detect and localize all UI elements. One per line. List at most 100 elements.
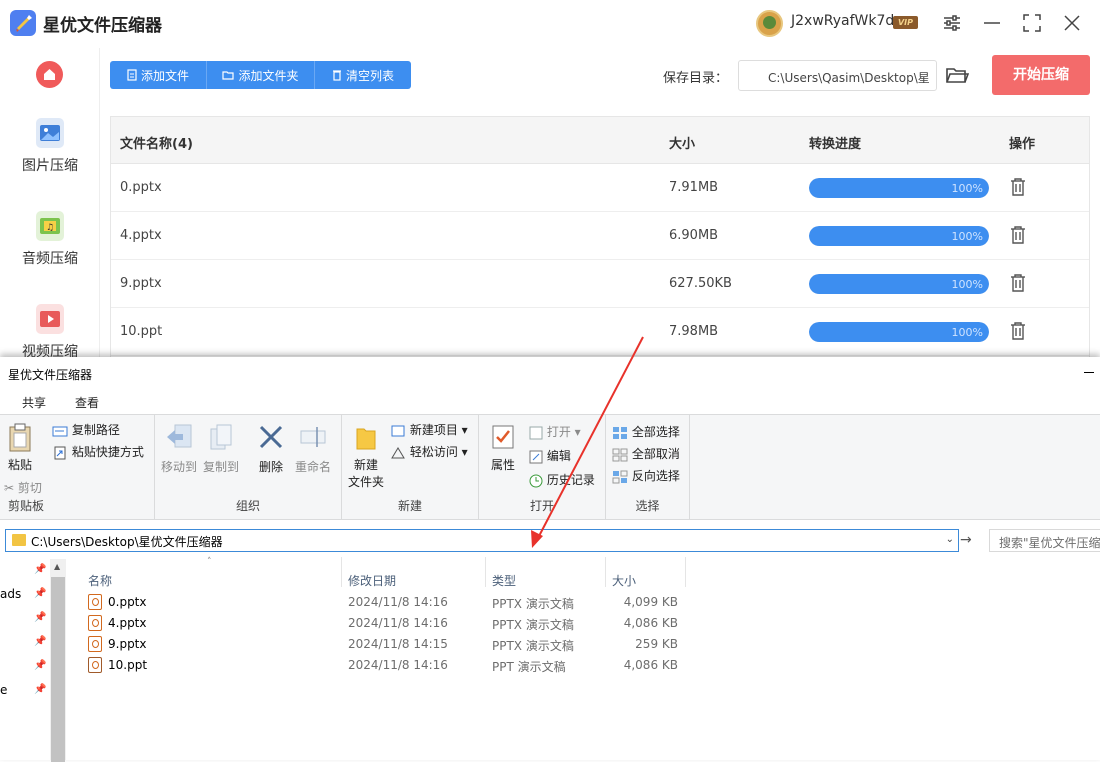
delete-row-icon[interactable]	[1009, 177, 1027, 197]
table-row[interactable]: 9.pptx 627.50KB 100%	[111, 260, 1089, 308]
save-directory-input[interactable]: C:\Users\Qasim\Desktop\星	[738, 60, 937, 91]
tab-view[interactable]: 查看	[75, 394, 99, 411]
sidebar: 图片压缩 ♫ 音频压缩 视频压缩	[0, 48, 100, 361]
file-date: 2024/11/8 14:16	[348, 658, 448, 672]
avatar[interactable]	[756, 10, 783, 37]
video-icon	[36, 304, 64, 334]
ribbon-tabs: 共享 查看	[0, 387, 1100, 413]
chevron-down-icon[interactable]: ⌄	[946, 534, 954, 545]
clear-list-button[interactable]: 清空列表	[315, 61, 411, 89]
new-group: 新建 文件夹 新建项目 ▾ 轻松访问 ▾ 新建	[342, 415, 479, 519]
select-all-button[interactable]: 全部选择	[612, 423, 680, 440]
open-button[interactable]: 打开 ▾	[529, 423, 581, 440]
sidebar-item-video[interactable]: 视频压缩	[0, 304, 100, 361]
edit-button[interactable]: 编辑	[529, 447, 571, 464]
list-item[interactable]: 0.pptx 2024/11/8 14:16 PPTX 演示文稿 4,099 K…	[86, 592, 686, 613]
rename-button[interactable]: 重命名	[293, 423, 333, 475]
file-size: 7.98MB	[669, 324, 719, 339]
tab-share[interactable]: 共享	[22, 394, 46, 411]
copy-to-button[interactable]: 复制到	[201, 423, 241, 475]
move-to-icon	[167, 424, 192, 448]
nav-item[interactable]: ads	[0, 587, 21, 601]
file-type: PPTX 演示文稿	[492, 597, 574, 611]
file-icon	[127, 69, 137, 81]
nav-scrollbar[interactable]: ▲	[50, 559, 66, 762]
delete-row-icon[interactable]	[1009, 321, 1027, 341]
pin-icon[interactable]: 📌	[34, 612, 46, 623]
edit-icon	[529, 450, 543, 463]
table-row[interactable]: 4.pptx 6.90MB 100%	[111, 212, 1089, 260]
username[interactable]: J2xwRyafWk7d	[791, 13, 894, 29]
col-size-header[interactable]: 大小	[612, 572, 636, 589]
easy-access-button[interactable]: 轻松访问 ▾	[390, 443, 468, 460]
settings-icon[interactable]	[941, 12, 963, 34]
properties-label: 属性	[490, 458, 515, 472]
invert-selection-button[interactable]: 反向选择	[612, 467, 680, 484]
add-file-button[interactable]: 添加文件	[110, 61, 207, 89]
file-name: 9.pptx	[120, 276, 162, 291]
close-icon[interactable]	[1061, 12, 1083, 34]
delete-row-icon[interactable]	[1009, 273, 1027, 293]
app-titlebar: 星优文件压缩器 J2xwRyafWk7d VIP	[0, 0, 1100, 48]
column-divider[interactable]	[605, 557, 606, 587]
scrollbar-thumb[interactable]	[51, 577, 65, 762]
column-divider[interactable]	[485, 557, 486, 587]
ppt-file-icon	[88, 657, 102, 673]
new-folder-label-1: 新建	[353, 458, 378, 472]
properties-button[interactable]: 属性	[485, 423, 521, 473]
minimize-icon[interactable]	[981, 12, 1003, 34]
explorer-minimize-icon[interactable]	[1084, 372, 1094, 373]
add-folder-label: 添加文件夹	[238, 68, 299, 83]
file-date: 2024/11/8 14:16	[348, 595, 448, 609]
home-icon[interactable]	[36, 61, 63, 88]
start-compress-button[interactable]: 开始压缩	[992, 55, 1090, 95]
list-item[interactable]: 9.pptx 2024/11/8 14:15 PPTX 演示文稿 259 KB	[86, 634, 686, 655]
list-item[interactable]: 10.ppt 2024/11/8 14:16 PPT 演示文稿 4,086 KB	[86, 655, 686, 676]
toolbar-button-group: 添加文件 添加文件夹 清空列表	[110, 61, 411, 89]
file-date: 2024/11/8 14:15	[348, 637, 448, 651]
new-folder-button[interactable]: 新建 文件夹	[346, 423, 386, 490]
file-type: PPT 演示文稿	[492, 660, 566, 674]
col-type-header[interactable]: 类型	[492, 572, 516, 589]
table-row[interactable]: 10.ppt 7.98MB 100%	[111, 308, 1089, 356]
move-to-button[interactable]: 移动到	[159, 423, 199, 475]
file-name: 4.pptx	[108, 616, 147, 630]
select-none-button[interactable]: 全部取消	[612, 445, 680, 462]
column-divider[interactable]	[685, 557, 686, 587]
paste-button[interactable]: 粘贴	[4, 423, 36, 473]
nav-item[interactable]: e	[0, 683, 7, 697]
col-name-header[interactable]: 名称	[88, 572, 112, 589]
pin-icon[interactable]: 📌	[34, 588, 46, 599]
address-bar[interactable]: C:\Users\Desktop\星优文件压缩器 ⌄	[5, 529, 959, 552]
new-item-button[interactable]: 新建项目 ▾	[390, 421, 468, 438]
history-icon	[529, 474, 543, 487]
delete-button[interactable]: 删除	[251, 423, 291, 475]
go-arrow-icon[interactable]: →	[960, 532, 972, 548]
paste-shortcut-button[interactable]: 粘贴快捷方式	[52, 443, 144, 460]
copy-path-button[interactable]: 复制路径	[52, 421, 120, 438]
file-name: 0.pptx	[120, 180, 162, 195]
scroll-up-icon[interactable]: ▲	[54, 562, 60, 571]
sidebar-item-audio[interactable]: ♫ 音频压缩	[0, 211, 100, 268]
cut-button[interactable]: ✂ 剪切	[4, 479, 42, 496]
col-date-header[interactable]: 修改日期	[348, 572, 396, 589]
sidebar-item-image[interactable]: 图片压缩	[0, 118, 100, 175]
add-folder-button[interactable]: 添加文件夹	[207, 61, 315, 89]
open-group: 属性 打开 ▾ 编辑 历史记录 打开	[479, 415, 606, 519]
table-row[interactable]: 0.pptx 7.91MB 100%	[111, 164, 1089, 212]
history-button[interactable]: 历史记录	[529, 471, 595, 488]
pin-icon[interactable]: 📌	[34, 564, 46, 575]
browse-folder-icon[interactable]	[945, 64, 970, 86]
list-item[interactable]: 4.pptx 2024/11/8 14:16 PPTX 演示文稿 4,086 K…	[86, 613, 686, 634]
paste-shortcut-label: 粘贴快捷方式	[71, 445, 144, 459]
pin-icon[interactable]: 📌	[34, 660, 46, 671]
delete-row-icon[interactable]	[1009, 225, 1027, 245]
column-divider[interactable]	[341, 557, 342, 587]
file-name: 0.pptx	[108, 595, 147, 609]
search-input[interactable]: 搜索"星优文件压缩器	[989, 529, 1100, 552]
add-file-label: 添加文件	[140, 68, 189, 83]
open-icon	[529, 426, 543, 439]
pin-icon[interactable]: 📌	[34, 684, 46, 695]
maximize-icon[interactable]	[1021, 12, 1043, 34]
pin-icon[interactable]: 📌	[34, 636, 46, 647]
